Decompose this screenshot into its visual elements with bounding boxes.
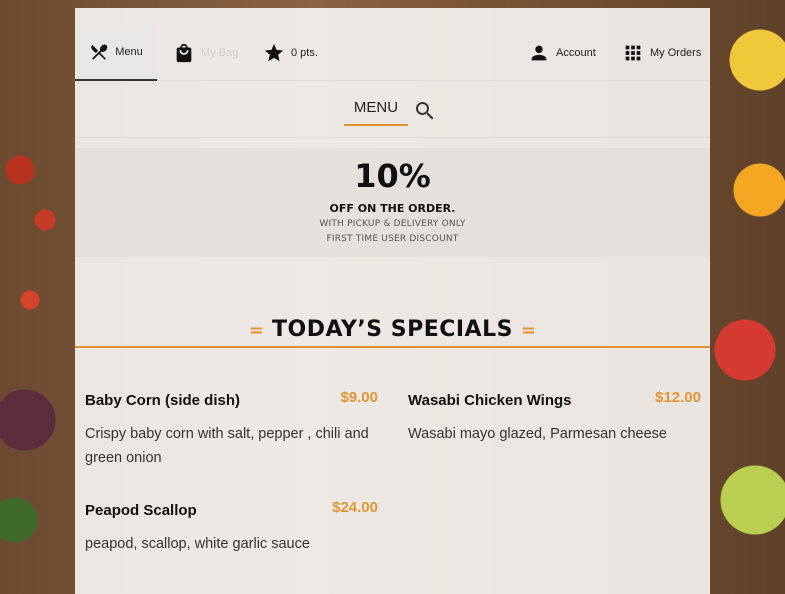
grid-icon <box>622 42 644 64</box>
search-icon[interactable] <box>413 99 437 127</box>
dish-description: peapod, scallop, white garlic sauce <box>85 536 310 552</box>
shopping-bag-icon <box>173 42 195 64</box>
nav-menu-label: Menu <box>115 46 143 58</box>
nav-account[interactable]: Account <box>528 25 596 80</box>
main-panel: Menu My Bag 0 pts. Account My Orders MEN… <box>75 8 710 594</box>
specials-header: = TODAY’S SPECIALS = <box>75 314 710 348</box>
menu-subnav: MENU <box>75 80 710 138</box>
header-decoration-right: = <box>520 320 537 341</box>
nav-my-bag-label: My Bag <box>201 46 239 59</box>
dish-name: Baby Corn (side dish) <box>85 392 241 409</box>
nav-points-label: 0 pts. <box>291 46 318 59</box>
person-icon <box>528 42 550 64</box>
nav-points[interactable]: 0 pts. <box>263 25 318 80</box>
header-decoration-left: = <box>248 320 265 341</box>
dish-description: Wasabi mayo glazed, Parmesan cheese <box>408 426 667 442</box>
specials-title: TODAY’S SPECIALS <box>272 317 513 342</box>
nav-menu[interactable]: Menu <box>75 25 157 81</box>
top-navigation: Menu My Bag 0 pts. Account My Orders <box>75 25 710 81</box>
star-icon <box>263 42 285 64</box>
discount-condition: WITH PICKUP & DELIVERY ONLY <box>319 219 466 229</box>
discount-percent: 10% <box>354 157 431 195</box>
dish-name: Peapod Scallop <box>85 502 197 519</box>
dish-name: Wasabi Chicken Wings <box>408 392 572 409</box>
dish-price: $12.00 <box>655 389 701 406</box>
nav-account-label: Account <box>556 46 596 59</box>
nav-my-orders-label: My Orders <box>650 46 702 59</box>
dish-item[interactable]: Peapod Scallop $24.00 peapod, scallop, w… <box>85 499 378 562</box>
dish-description: Crispy baby corn with salt, pepper , chi… <box>85 426 369 466</box>
fork-knife-icon <box>89 42 109 62</box>
dish-item[interactable]: Wasabi Chicken Wings $12.00 Wasabi mayo … <box>408 389 701 452</box>
discount-note: FIRST TIME USER DISCOUNT <box>326 234 459 244</box>
dish-price: $9.00 <box>340 389 378 406</box>
menu-tab[interactable]: MENU <box>344 98 408 126</box>
dish-item[interactable]: Baby Corn (side dish) $9.00 Crispy baby … <box>85 389 378 472</box>
discount-banner: 10% OFF ON THE ORDER. WITH PICKUP & DELI… <box>75 148 710 257</box>
nav-my-orders[interactable]: My Orders <box>622 25 701 80</box>
dish-price: $24.00 <box>332 499 378 516</box>
discount-headline: OFF ON THE ORDER. <box>329 202 456 215</box>
nav-my-bag[interactable]: My Bag <box>173 25 238 80</box>
